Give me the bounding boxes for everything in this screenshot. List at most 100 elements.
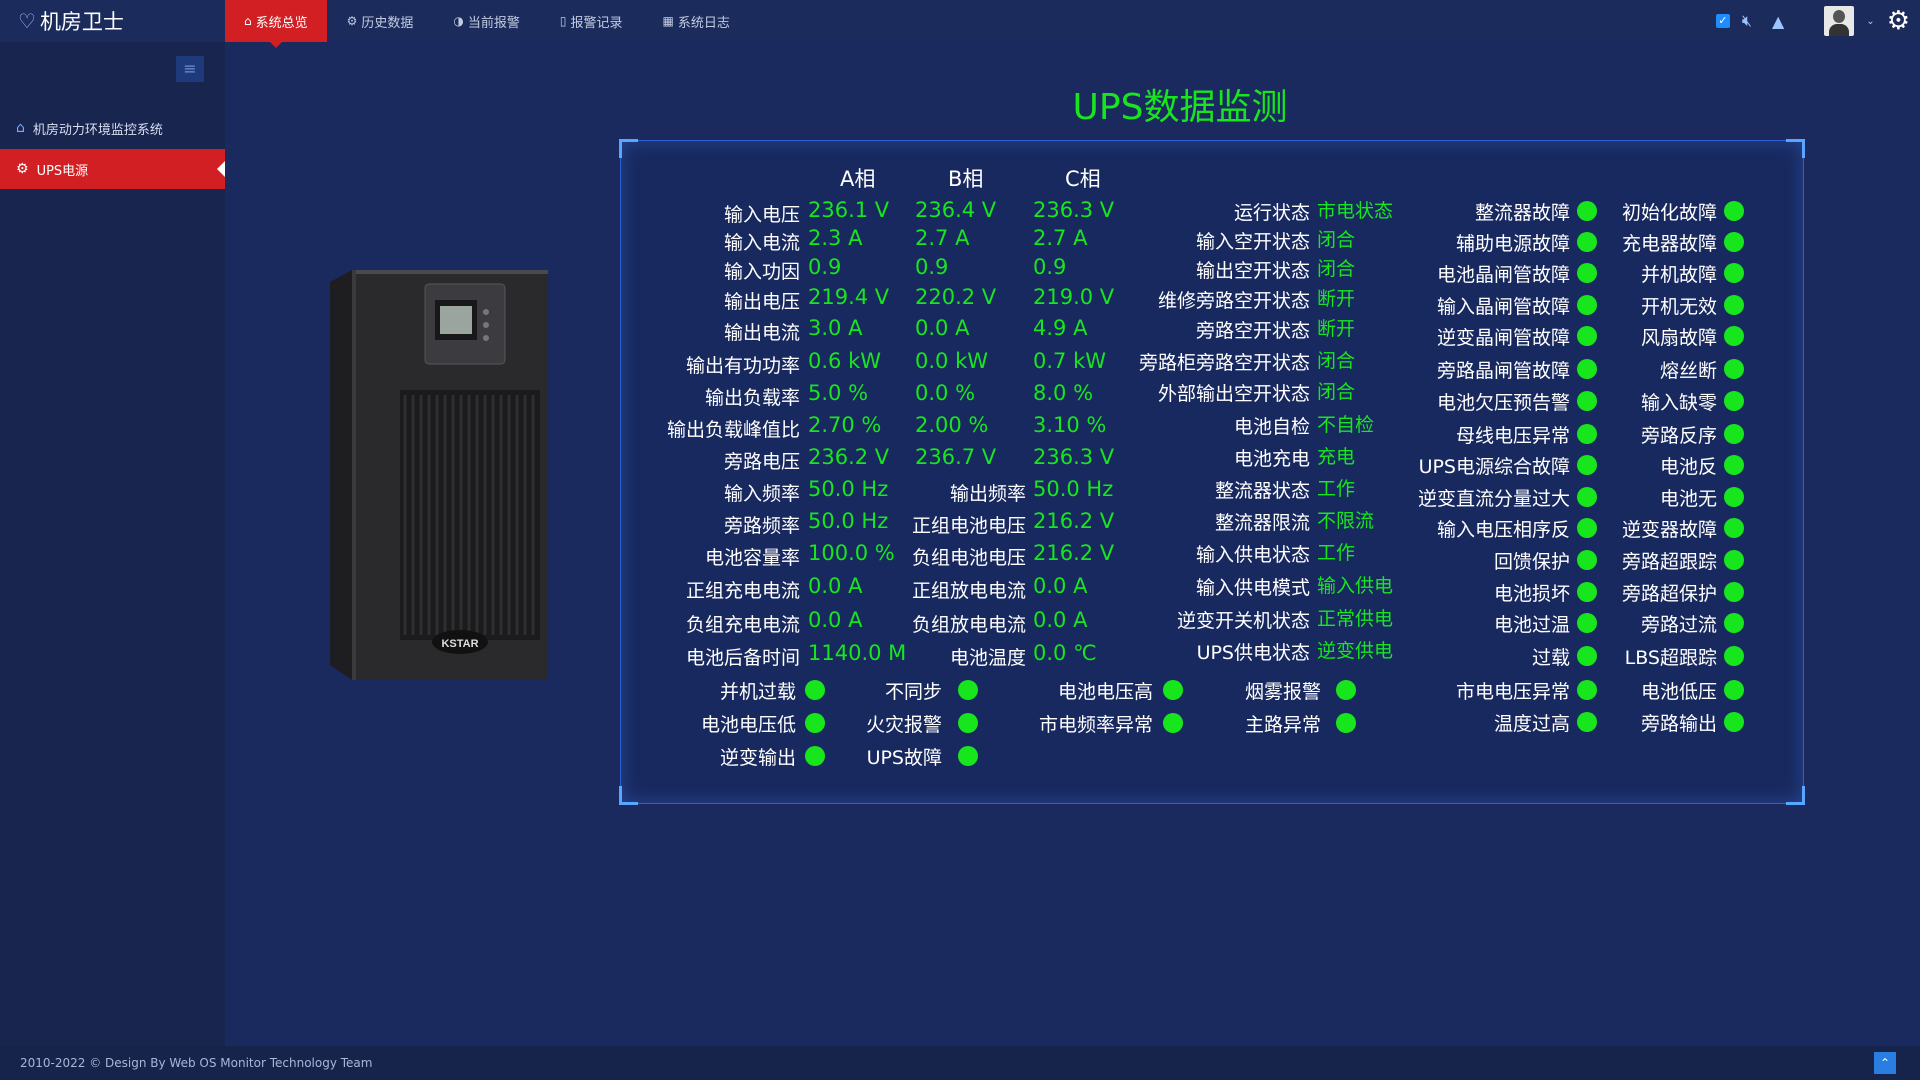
brand-title: 机房卫士 xyxy=(39,10,124,34)
avatar[interactable] xyxy=(1824,6,1855,36)
status-label: 输入供电状态 xyxy=(1195,544,1310,566)
brand[interactable]: ♡ 机房卫士 xyxy=(18,4,124,38)
phase-b-value: 236.7 V xyxy=(915,445,997,469)
bookmark-icon: ▯ xyxy=(559,14,567,28)
status-label: 逆变开关机状态 xyxy=(1176,610,1310,632)
alarm-label: UPS电源综合故障 xyxy=(1418,456,1570,478)
phase-b-value: 236.4 V xyxy=(915,198,997,222)
alarm-label: 旁路超跟踪 xyxy=(1621,551,1717,573)
status-indicator-dot xyxy=(1724,295,1744,315)
status-value: 断开 xyxy=(1317,288,1356,310)
alarm-label: 旁路过流 xyxy=(1640,614,1717,636)
back-to-top-button[interactable]: ⌃ xyxy=(1874,1052,1896,1074)
status-label: 电池充电 xyxy=(1233,448,1310,470)
cogs-icon: ⚙ xyxy=(346,14,358,28)
status-label: 整流器状态 xyxy=(1214,480,1310,502)
phase-row-label: 输出负载率 xyxy=(704,387,800,409)
alarm-label: 电池电压高 xyxy=(1057,681,1153,703)
alarm-label: 逆变输出 xyxy=(719,747,796,769)
pair-value-left: 0.0 A xyxy=(808,574,863,598)
phase-a-value: 236.2 V xyxy=(808,445,890,469)
status-label: 维修旁路空开状态 xyxy=(1157,290,1310,312)
status-label: 电池自检 xyxy=(1233,416,1310,438)
corner-decoration xyxy=(1786,786,1805,805)
status-label: 运行状态 xyxy=(1233,202,1310,224)
sidebar-item-ups[interactable]: ⚙ UPS电源 xyxy=(0,149,225,189)
status-value: 闭合 xyxy=(1317,350,1356,372)
alarm-label: 辅助电源故障 xyxy=(1455,233,1570,255)
phase-b-value: 0.0 kW xyxy=(915,349,988,373)
alarm-label: 熔丝断 xyxy=(1659,360,1717,382)
alarm-label: 旁路输出 xyxy=(1640,713,1717,735)
pair-label-left: 电池容量率 xyxy=(704,547,800,569)
phase-row-label: 输出有功功率 xyxy=(685,355,800,377)
phase-c-value: 0.9 xyxy=(1033,255,1067,279)
tab-alarm-records[interactable]: ▯ 报警记录 xyxy=(540,0,643,42)
phase-a-value: 0.6 kW xyxy=(808,349,881,373)
top-nav-bar: ♡ 机房卫士 ⌂ 系统总览 ⚙ 历史数据 ◑ 当前报警 ▯ 报警记录 ▦ 系统日… xyxy=(0,0,1920,48)
tab-system-overview[interactable]: ⌂ 系统总览 xyxy=(225,0,327,48)
status-indicator-dot xyxy=(1724,646,1744,666)
status-indicator-dot xyxy=(1724,613,1744,633)
phase-row-label: 输出负载峰值比 xyxy=(666,419,800,441)
alarm-label: 电池过温 xyxy=(1493,614,1570,636)
phase-b-value: 2.00 % xyxy=(915,413,989,437)
tab-current-alarms[interactable]: ◑ 当前报警 xyxy=(433,0,540,42)
alarm-label: 母线电压异常 xyxy=(1455,425,1570,447)
tab-history-data[interactable]: ⚙ 历史数据 xyxy=(327,0,434,42)
phase-a-value: 2.70 % xyxy=(808,413,882,437)
pair-label-right: 负组放电电流 xyxy=(911,614,1026,636)
status-indicator-dot xyxy=(958,713,978,733)
phase-a-value: 236.1 V xyxy=(808,198,890,222)
phase-b-value: 2.7 A xyxy=(915,226,970,250)
phase-b-value: 0.9 xyxy=(915,255,949,279)
alarm-label: 回馈保护 xyxy=(1493,551,1570,573)
status-value: 断开 xyxy=(1317,318,1356,340)
status-indicator-dot xyxy=(1724,582,1744,602)
alarm-label: 旁路反序 xyxy=(1640,425,1717,447)
status-indicator-dot xyxy=(1336,713,1356,733)
alarm-label: 逆变晶闸管故障 xyxy=(1436,327,1570,349)
status-label: 整流器限流 xyxy=(1214,512,1310,534)
tab-system-log[interactable]: ▦ 系统日志 xyxy=(643,0,750,42)
pair-label-right: 正组放电电流 xyxy=(911,580,1026,602)
sidebar: ≡ ⌂ 机房动力环境监控系统 ⚙ UPS电源 xyxy=(0,42,225,1046)
pair-label-right: 输出频率 xyxy=(949,483,1026,505)
sidebar-item-label: UPS电源 xyxy=(36,163,89,179)
alarm-label: 逆变直流分量过大 xyxy=(1417,488,1570,510)
pair-label-right: 负组电池电压 xyxy=(911,547,1026,569)
tab-label: 系统总览 xyxy=(255,15,308,31)
alarm-label: 初始化故障 xyxy=(1621,202,1717,224)
alarm-label: 市电频率异常 xyxy=(1038,714,1153,736)
alarm-label: 输入晶闸管故障 xyxy=(1436,296,1570,318)
phase-row-label: 输入电流 xyxy=(723,232,800,254)
pair-label-left: 正组充电电流 xyxy=(685,580,800,602)
phase-row-label: 输入功因 xyxy=(723,261,800,283)
gear-icon[interactable]: ⚙ xyxy=(1887,6,1910,36)
alarm-label: 电池无 xyxy=(1659,488,1717,510)
phase-row-label: 输出电流 xyxy=(723,322,800,344)
status-indicator-dot xyxy=(1724,550,1744,570)
page-title: UPS数据监测 xyxy=(1072,87,1288,128)
phase-a-value: 219.4 V xyxy=(808,285,890,309)
phase-a-value: 3.0 A xyxy=(808,316,863,340)
status-indicator-dot xyxy=(1724,201,1744,221)
sidebar-item-label: 机房动力环境监控系统 xyxy=(32,122,163,138)
shield-logo-icon: ♡ xyxy=(18,9,36,33)
checkbox-icon[interactable]: ✓ xyxy=(1715,14,1730,28)
sidebar-item-dynamic-env[interactable]: ⌂ 机房动力环境监控系统 xyxy=(0,108,225,148)
menu-collapse-button[interactable]: ≡ xyxy=(176,56,204,82)
tab-label: 报警记录 xyxy=(570,15,623,31)
phase-a-value: 0.9 xyxy=(808,255,842,279)
pair-label-left: 旁路频率 xyxy=(723,515,800,537)
status-indicator-dot xyxy=(1724,359,1744,379)
phase-b-value: 0.0 A xyxy=(915,316,970,340)
alarm-label: 输入缺零 xyxy=(1640,392,1717,414)
pair-label-right: 电池温度 xyxy=(949,647,1026,669)
mute-icon[interactable]: 🔇︎ xyxy=(1742,11,1752,31)
warning-icon[interactable]: ▲ xyxy=(1772,12,1784,31)
corner-decoration xyxy=(619,786,638,805)
corner-decoration xyxy=(1786,139,1805,158)
alarm-label: 市电电压异常 xyxy=(1455,681,1570,703)
chevron-down-icon[interactable]: ⌄ xyxy=(1866,16,1874,27)
